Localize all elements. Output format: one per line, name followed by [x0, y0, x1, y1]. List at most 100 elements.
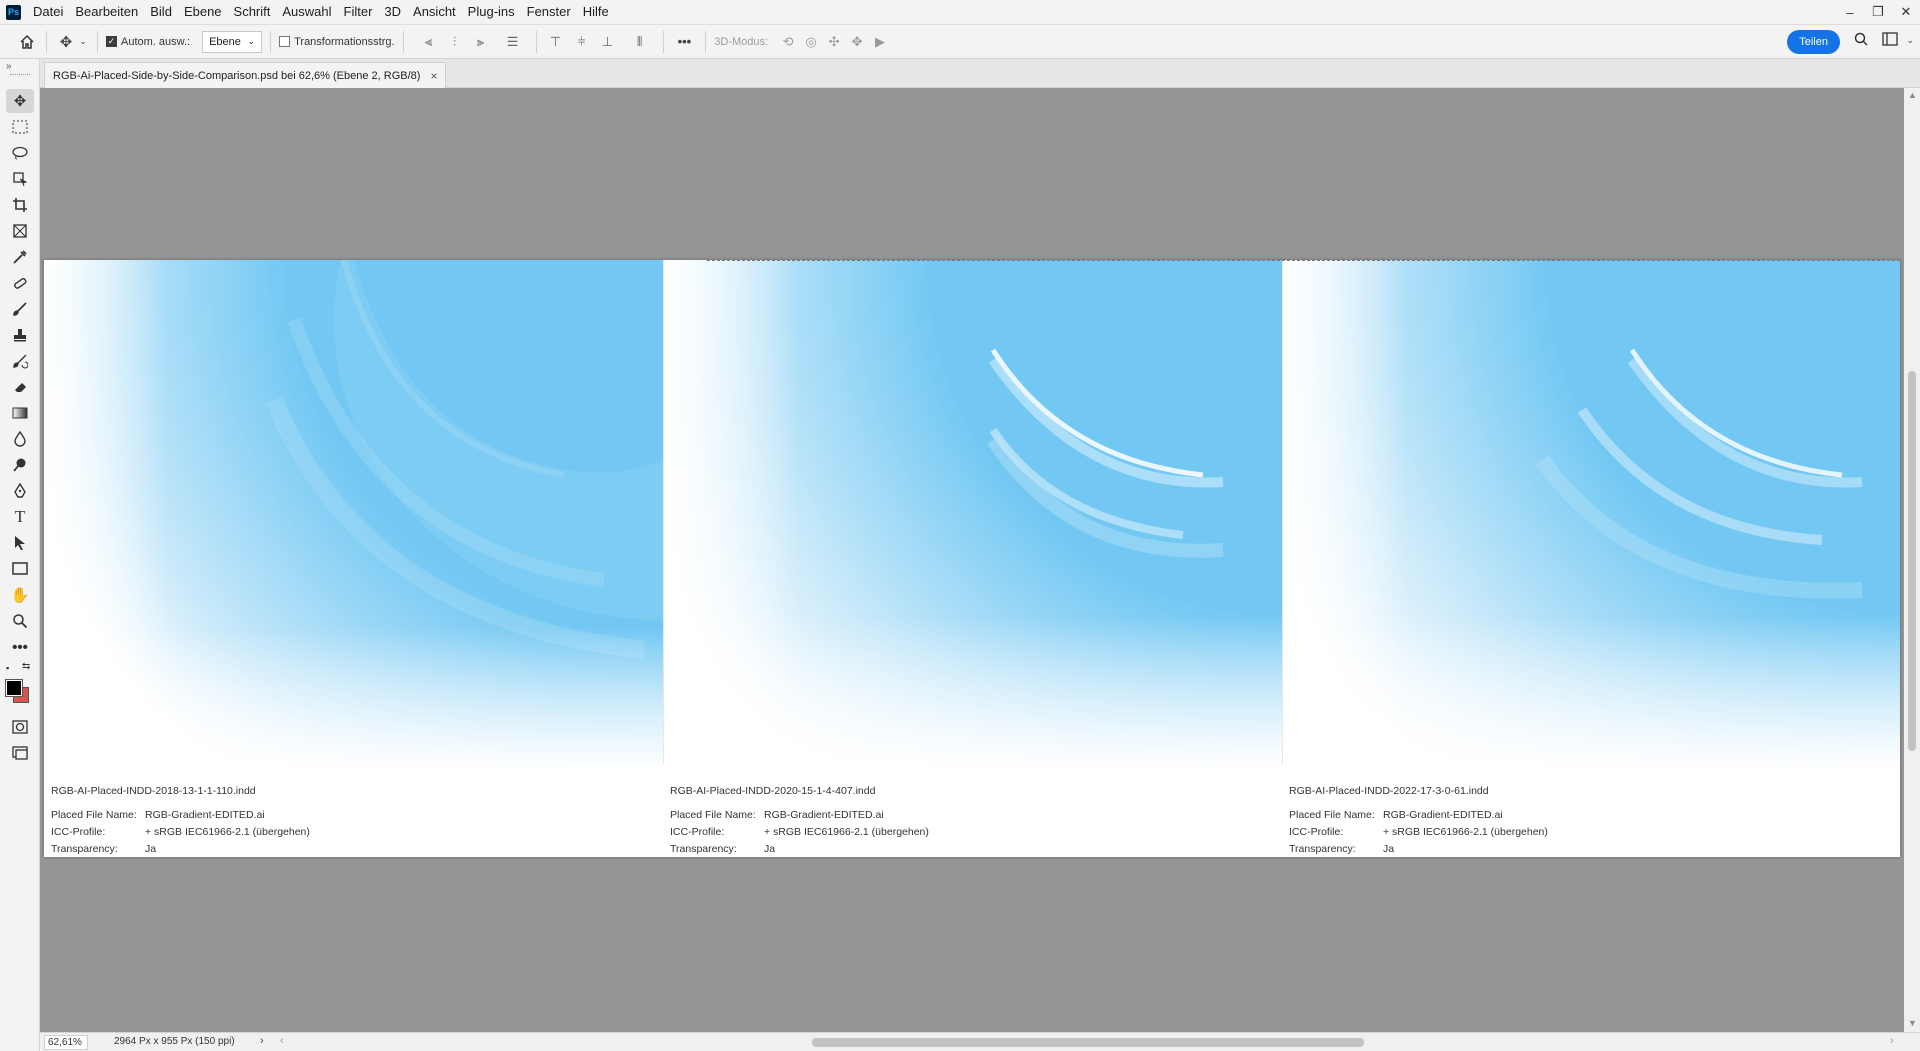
- menu-schrift[interactable]: Schrift: [228, 0, 277, 24]
- scroll-left-arrow-icon[interactable]: ‹: [280, 1035, 284, 1047]
- menu-bearbeiten[interactable]: Bearbeiten: [69, 0, 144, 24]
- align-center-horizontal-icon[interactable]: ⫶: [444, 31, 466, 53]
- vertical-scrollbar[interactable]: ▲ ▼: [1904, 88, 1920, 1032]
- divider: [46, 30, 47, 53]
- zoom-tool-icon[interactable]: [6, 609, 34, 633]
- status-menu-arrow-icon[interactable]: ›: [260, 1035, 264, 1047]
- frame-tool-icon[interactable]: [6, 219, 34, 243]
- home-icon[interactable]: [16, 31, 38, 53]
- blur-tool-icon[interactable]: [6, 427, 34, 451]
- icc-profile-key: ICC-Profile:: [1289, 826, 1344, 838]
- transparency-key: Transparency:: [1289, 843, 1356, 855]
- distribute-vertical-icon[interactable]: ☰: [502, 31, 524, 53]
- horizontal-scroll-thumb[interactable]: [812, 1038, 1364, 1047]
- close-tab-icon[interactable]: ×: [430, 69, 437, 83]
- document-tab[interactable]: RGB-Ai-Placed-Side-by-Side-Comparison.ps…: [44, 62, 447, 88]
- icc-profile-row: ICC-Profile: + sRGB IEC61966-2.1 (überge…: [1289, 826, 1548, 838]
- window-controls: – ❐ ✕: [1836, 0, 1920, 24]
- 3d-mode-label: 3D-Modus:: [714, 35, 769, 48]
- align-bottom-icon[interactable]: ⊥: [597, 31, 619, 53]
- scroll-down-arrow-icon[interactable]: ▼: [1908, 1018, 1917, 1028]
- layer-select-value: Ebene: [209, 35, 241, 48]
- comparison-panel-2: RGB-AI-Placed-INDD-2020-15-1-4-407.indd …: [663, 260, 1282, 857]
- screen-mode-icon[interactable]: [6, 741, 34, 765]
- align-right-icon[interactable]: ⫸: [470, 31, 492, 53]
- menu-datei[interactable]: Datei: [27, 0, 69, 24]
- canvas-workspace[interactable]: RGB-AI-Placed-INDD-2018-13-1-1-110.indd …: [40, 88, 1904, 1032]
- 3d-roll-icon[interactable]: ◎: [801, 31, 821, 53]
- more-options-button[interactable]: •••: [678, 34, 692, 49]
- healing-brush-tool-icon[interactable]: [6, 271, 34, 295]
- marquee-tool-icon[interactable]: [6, 115, 34, 139]
- comparison-panel-3: RGB-AI-Placed-INDD-2022-17-3-0-61.indd P…: [1282, 260, 1900, 857]
- history-brush-tool-icon[interactable]: [6, 349, 34, 373]
- distribute-horizontal-icon[interactable]: ⦀: [629, 31, 651, 53]
- menu-plugins[interactable]: Plug-ins: [462, 0, 521, 24]
- vertical-scroll-thumb[interactable]: [1908, 371, 1916, 751]
- quick-mask-icon[interactable]: [6, 715, 34, 739]
- divider: [270, 30, 272, 53]
- swap-colors-icon[interactable]: ⇆: [22, 661, 30, 672]
- move-tool-preset-icon[interactable]: ✥: [55, 31, 77, 53]
- menu-ansicht[interactable]: Ansicht: [407, 0, 462, 24]
- menu-ebene[interactable]: Ebene: [178, 0, 228, 24]
- scroll-up-arrow-icon[interactable]: ▲: [1908, 90, 1917, 100]
- eyedropper-tool-icon[interactable]: [6, 245, 34, 269]
- menu-fenster[interactable]: Fenster: [521, 0, 577, 24]
- layer-select-dropdown[interactable]: Ebene ⌄: [202, 30, 263, 53]
- menu-auswahl[interactable]: Auswahl: [276, 0, 337, 24]
- 3d-pan-icon[interactable]: ✣: [824, 31, 844, 53]
- chevron-down-icon[interactable]: ⌄: [77, 31, 89, 53]
- 3d-slide-icon[interactable]: ✥: [847, 31, 867, 53]
- menu-3d[interactable]: 3D: [378, 0, 407, 24]
- grip-handle[interactable]: [10, 74, 30, 76]
- path-select-tool-icon[interactable]: [6, 531, 34, 555]
- auto-select-checkbox[interactable]: ✓: [106, 36, 117, 47]
- placed-file-key: Placed File Name:: [670, 809, 756, 821]
- panel-divider: [1282, 260, 1283, 765]
- search-icon[interactable]: [1854, 32, 1868, 49]
- 3d-camera-icon[interactable]: ▶: [870, 31, 890, 53]
- document-canvas[interactable]: RGB-AI-Placed-INDD-2018-13-1-1-110.indd …: [44, 260, 1900, 857]
- dodge-tool-icon[interactable]: [6, 453, 34, 477]
- gradient-artwork-1: [44, 260, 663, 770]
- menu-bild[interactable]: Bild: [144, 0, 178, 24]
- close-window-button[interactable]: ✕: [1892, 0, 1920, 24]
- gradient-tool-icon[interactable]: [6, 401, 34, 425]
- divider: [705, 30, 707, 53]
- scroll-right-arrow-icon[interactable]: ›: [1890, 1035, 1894, 1047]
- restore-button[interactable]: ❐: [1864, 0, 1892, 24]
- 3d-orbit-icon[interactable]: ⟲: [778, 31, 798, 53]
- document-tab-bar: RGB-Ai-Placed-Side-by-Side-Comparison.ps…: [40, 59, 1920, 88]
- icc-profile-value: + sRGB IEC61966-2.1 (übergehen): [145, 826, 310, 838]
- share-button[interactable]: Teilen: [1787, 30, 1840, 54]
- selection-marquee: [707, 260, 1900, 261]
- status-bar: 62,61% 2964 Px x 955 Px (150 ppi) › ‹ ›: [40, 1032, 1920, 1051]
- brush-tool-icon[interactable]: [6, 297, 34, 321]
- menu-filter[interactable]: Filter: [338, 0, 379, 24]
- align-middle-vertical-icon[interactable]: ⫩: [571, 31, 593, 53]
- zoom-level-field[interactable]: 62,61%: [44, 1035, 88, 1050]
- eraser-tool-icon[interactable]: [6, 375, 34, 399]
- lasso-tool-icon[interactable]: [6, 141, 34, 165]
- move-tool-icon[interactable]: ✥: [6, 89, 34, 113]
- crop-tool-icon[interactable]: [6, 193, 34, 217]
- stamp-tool-icon[interactable]: [6, 323, 34, 347]
- minimize-button[interactable]: –: [1836, 0, 1864, 24]
- chevron-down-icon[interactable]: ⌄: [1906, 35, 1914, 46]
- rectangle-tool-icon[interactable]: [6, 557, 34, 581]
- foreground-color-swatch[interactable]: [5, 679, 23, 697]
- pen-tool-icon[interactable]: [6, 479, 34, 503]
- align-left-icon[interactable]: ⫷: [418, 31, 440, 53]
- workspace-icon[interactable]: [1882, 32, 1898, 49]
- default-colors-icon[interactable]: ▪: [6, 663, 9, 673]
- collapse-icon[interactable]: »: [6, 61, 12, 72]
- more-tools-icon[interactable]: •••: [6, 635, 34, 659]
- menu-hilfe[interactable]: Hilfe: [577, 0, 615, 24]
- type-tool-icon[interactable]: T: [6, 505, 34, 529]
- object-select-tool-icon[interactable]: [6, 167, 34, 191]
- hand-tool-icon[interactable]: ✋: [6, 583, 34, 607]
- transform-controls-checkbox[interactable]: [279, 36, 291, 47]
- align-top-icon[interactable]: ⊤: [545, 31, 567, 53]
- gradient-artwork-2: [663, 260, 1282, 770]
